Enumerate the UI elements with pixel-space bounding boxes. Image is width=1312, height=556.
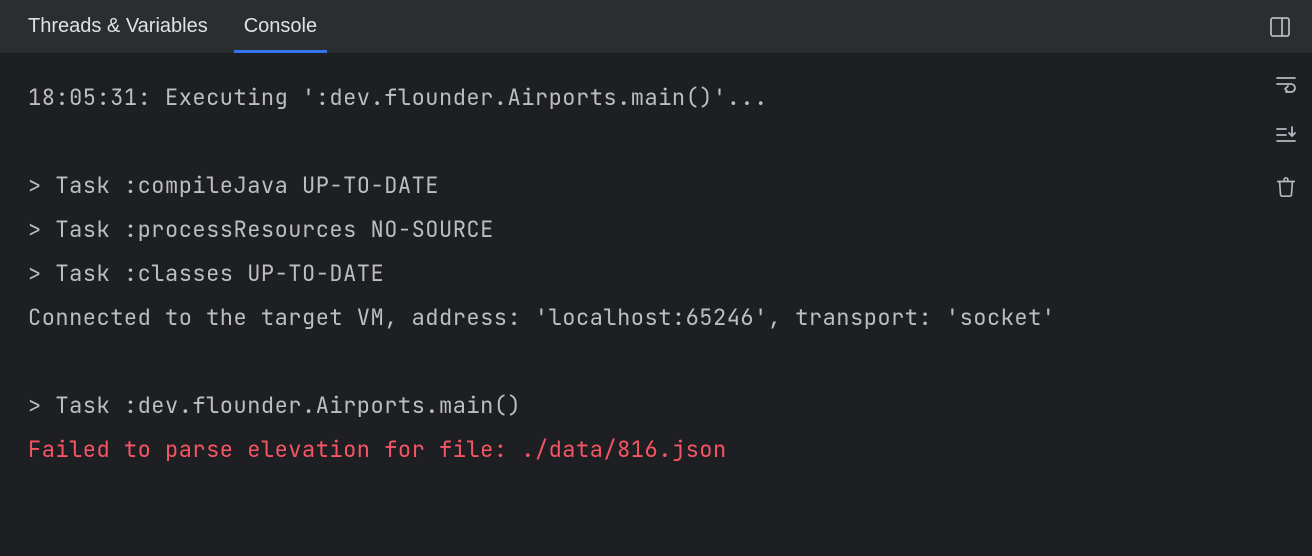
tab-threads-variables[interactable]: Threads & Variables [28, 0, 226, 53]
tab-right-actions [1266, 13, 1312, 41]
console-line: 18:05:31: Executing ':dev.flounder.Airpo… [28, 76, 1260, 120]
console-line [28, 120, 1260, 164]
console-toolbar [1260, 54, 1312, 556]
soft-wrap-icon[interactable] [1271, 68, 1301, 98]
console-line: > Task :dev.flounder.Airports.main() [28, 384, 1260, 428]
scroll-to-end-icon[interactable] [1271, 120, 1301, 150]
tab-label: Console [244, 15, 317, 38]
console-line: > Task :compileJava UP-TO-DATE [28, 164, 1260, 208]
console-line: > Task :processResources NO-SOURCE [28, 208, 1260, 252]
console-line: > Task :classes UP-TO-DATE [28, 252, 1260, 296]
tab-label: Threads & Variables [28, 15, 208, 38]
clear-all-icon[interactable] [1271, 172, 1301, 202]
tab-group: Threads & Variables Console [28, 0, 335, 53]
console-line: Connected to the target VM, address: 'lo… [28, 296, 1260, 340]
layout-settings-icon[interactable] [1266, 13, 1294, 41]
console-output[interactable]: 18:05:31: Executing ':dev.flounder.Airpo… [0, 54, 1260, 556]
tab-console[interactable]: Console [226, 0, 335, 53]
content-wrap: 18:05:31: Executing ':dev.flounder.Airpo… [0, 54, 1312, 556]
console-line-error: Failed to parse elevation for file: ./da… [28, 428, 1260, 472]
debug-tab-bar: Threads & Variables Console [0, 0, 1312, 54]
console-line [28, 340, 1260, 384]
